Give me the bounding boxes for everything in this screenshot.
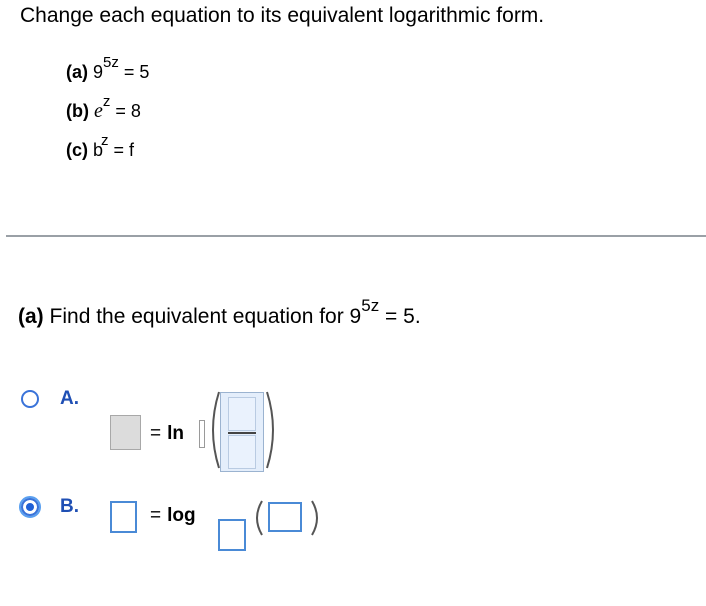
part-a-exponent: 5z <box>103 54 119 71</box>
question-exponent: 5z <box>361 296 380 315</box>
part-b-base: e <box>94 100 103 122</box>
option-b-equals: = <box>150 505 162 526</box>
option-b-equation: = log <box>150 505 196 527</box>
question-label: (a) <box>18 305 44 328</box>
option-b-right-paren <box>311 500 318 536</box>
option-b-left-paren <box>256 500 263 536</box>
option-b-answer-box[interactable] <box>110 501 137 533</box>
part-b-label: (b) <box>66 101 89 121</box>
part-c-equation: (c) bz = f <box>66 132 135 168</box>
part-a-base: 9 <box>93 62 104 82</box>
part-a-label: (a) <box>66 62 88 82</box>
option-b-letter[interactable]: B. <box>60 496 79 518</box>
part-c-rhs: = f <box>113 140 135 160</box>
question-rhs: = 5. <box>385 305 421 328</box>
option-b-base-box[interactable] <box>218 519 246 551</box>
option-a-equation: = ln <box>150 423 184 445</box>
option-a-answer-box[interactable] <box>110 415 141 450</box>
part-c-exponent: z <box>101 132 109 149</box>
option-a-left-paren <box>212 391 220 469</box>
option-a-radio[interactable] <box>21 390 39 408</box>
page: Change each equation to its equivalent l… <box>0 0 706 606</box>
part-c-label: (c) <box>66 140 88 160</box>
part-b-rhs: = 8 <box>115 101 141 121</box>
part-a-equation: (a) 95z = 5 <box>66 54 150 90</box>
question-prompt: (a) Find the equivalent equation for 95z… <box>18 296 421 329</box>
option-a-equals: = <box>150 423 162 444</box>
question-text: Find the equivalent equation for 9 <box>49 305 362 328</box>
option-b-function: log <box>167 505 196 526</box>
option-a-right-paren <box>266 391 274 469</box>
option-a-denominator-box[interactable] <box>228 435 256 469</box>
option-a-letter[interactable]: A. <box>60 388 79 410</box>
option-a-fraction-bar <box>228 432 256 434</box>
option-b-argument-box[interactable] <box>268 502 302 532</box>
option-a-fraction-box[interactable] <box>220 392 264 472</box>
part-b-exponent: z <box>102 93 111 110</box>
instruction-text: Change each equation to its equivalent l… <box>20 4 545 27</box>
section-divider <box>6 235 706 237</box>
option-a-numerator-box[interactable] <box>228 397 256 431</box>
part-b-equation: (b) ez = 8 <box>66 93 141 128</box>
part-a-rhs: = 5 <box>123 62 150 82</box>
option-a-function: ln <box>167 423 184 444</box>
option-b-radio[interactable] <box>21 498 39 516</box>
